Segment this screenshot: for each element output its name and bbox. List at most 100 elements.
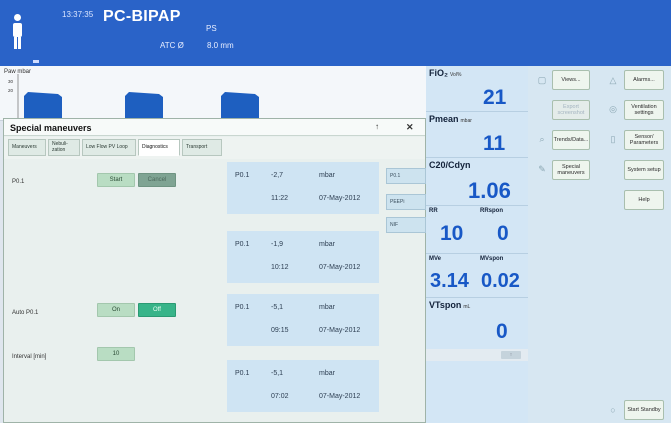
tab-maneuvers[interactable]: Maneuvers — [8, 139, 46, 156]
cancel-button[interactable]: Cancel — [138, 173, 176, 187]
c20-box: C20/Cdyn 1.06 — [426, 158, 528, 206]
result-date: 07-May-2012 — [319, 393, 361, 400]
result-date: 07-May-2012 — [319, 327, 361, 334]
fio2-label: FiO₂ — [429, 68, 448, 78]
rrspon-label: RRspon — [480, 208, 503, 214]
rr-row: RR 10 RRspon 0 — [426, 206, 528, 254]
paw-waveform: Paw mbar 30 20 — [0, 66, 426, 121]
vtspon-value: 0 — [496, 320, 508, 343]
result-name: P0.1 — [235, 241, 250, 248]
p01-label: P0.1 — [12, 179, 25, 185]
atc-label: ATC Ø — [160, 41, 184, 50]
pmean-label: Pmean — [429, 114, 459, 124]
mve-box: MVe 3.14 — [426, 254, 477, 297]
views-button[interactable]: Views... — [552, 70, 590, 90]
result-unit: mbar — [319, 370, 335, 377]
sub-nif-button[interactable]: NIF — [386, 217, 426, 233]
clock: 13:37:35 — [62, 10, 94, 19]
rrspon-box: RRspon 0 — [477, 206, 528, 253]
parameters-scroll[interactable]: ↑ — [426, 349, 528, 361]
y-tick-30: 30 — [8, 79, 14, 84]
result-card: P0.1 -5,1 mbar 09:15 07-May-2012 — [227, 294, 379, 346]
result-time: 09:15 — [271, 327, 289, 334]
sensor-parameters-button[interactable]: Sensor/ Parameters — [624, 130, 664, 150]
result-unit: mbar — [319, 172, 335, 179]
result-name: P0.1 — [235, 304, 250, 311]
alarms-icon: △ — [609, 75, 617, 85]
export-screenshot-button[interactable]: Export screenshot — [552, 100, 590, 120]
result-date: 07-May-2012 — [319, 264, 361, 271]
vent-settings-icon: ◎ — [609, 104, 617, 114]
parameters-panel: FiO₂ Vol% 21 Pmean mbar 11 C20/Cdyn 1.06 R… — [426, 66, 528, 423]
result-name: P0.1 — [235, 370, 250, 377]
sub-p01-button[interactable]: P0.1 — [386, 168, 426, 184]
alarms-button[interactable]: Alarms... — [624, 70, 664, 90]
vtspon-box: VTspon mL 0 — [426, 298, 528, 349]
system-setup-button[interactable]: System setup — [624, 160, 664, 180]
trends-data-button[interactable]: Trends/Data... — [552, 130, 590, 150]
dialog-title: Special maneuvers — [10, 123, 92, 133]
tab-nebulization[interactable]: Nebuli-zation — [48, 139, 80, 156]
interval-value-button[interactable]: 10 — [97, 347, 135, 361]
interval-label: Interval [min] — [12, 354, 47, 360]
dialog-tabs: Maneuvers Nebuli-zation Low Flow PV Loop… — [4, 137, 425, 159]
ventilation-mode[interactable]: PC-BIPAP — [103, 8, 181, 26]
result-value: -1,9 — [271, 241, 284, 248]
patient-icon[interactable] — [10, 14, 24, 50]
auto-p01-label: Auto P0.1 — [12, 310, 39, 316]
result-card: P0.1 -2,7 mbar 11:22 07-May-2012 — [227, 162, 379, 214]
result-time: 07:02 — [271, 393, 289, 400]
result-value: -2,7 — [271, 172, 284, 179]
rrspon-value: 0 — [497, 222, 509, 245]
auto-off-button[interactable]: Off — [138, 303, 176, 317]
pin-icon[interactable]: ↑ — [375, 122, 379, 131]
result-value: -5,1 — [271, 304, 284, 311]
result-time: 10:12 — [271, 264, 289, 271]
result-card: P0.1 -5,1 mbar 07:02 07-May-2012 — [227, 360, 379, 412]
trends-icon: ⌕ — [539, 134, 545, 144]
sub-peepi-button[interactable]: PEEPi — [386, 194, 426, 210]
result-date: 07-May-2012 — [319, 195, 361, 202]
tube-size: 8.0 mm — [207, 41, 234, 50]
help-button[interactable]: Help — [624, 190, 664, 210]
pmean-unit: mbar — [460, 118, 472, 124]
start-standby-button[interactable]: Start Standby — [624, 400, 664, 420]
pmean-box: Pmean mbar 11 — [426, 112, 528, 158]
result-card: P0.1 -1,9 mbar 10:12 07-May-2012 — [227, 231, 379, 283]
fio2-value: 21 — [483, 86, 507, 109]
mvspon-box: MVspon 0.02 — [477, 254, 528, 297]
start-button[interactable]: Start — [97, 173, 135, 187]
waveform-graph: 30 20 — [8, 74, 259, 118]
tab-diagnostics[interactable]: Diagnostics — [138, 139, 180, 156]
p01-results-list: P0.1 -2,7 mbar 11:22 07-May-2012 P0.1 -1… — [227, 162, 379, 423]
fio2-unit: Vol% — [450, 72, 462, 78]
tab-low-flow-pv-loop[interactable]: Low Flow PV Loop — [82, 139, 136, 156]
c20-label: C20/Cdyn — [429, 160, 471, 170]
result-name: P0.1 — [235, 172, 250, 179]
mve-value: 3.14 — [430, 270, 469, 292]
mvspon-value: 0.02 — [481, 270, 520, 292]
result-unit: mbar — [319, 304, 335, 311]
result-unit: mbar — [319, 241, 335, 248]
scroll-knob[interactable]: ↑ — [501, 351, 521, 359]
views-icon: ▢ — [537, 75, 547, 85]
mve-label: MVe — [429, 256, 442, 262]
tab-transport[interactable]: Transport — [182, 139, 222, 156]
vtspon-unit: mL — [463, 304, 471, 310]
header-bar: 13:37:35 PC-BIPAP PS ATC Ø 8.0 mm — [0, 0, 671, 66]
ventilation-settings-button[interactable]: Ventilation settings — [624, 100, 664, 120]
y-tick-20: 20 — [8, 88, 14, 93]
rr-value: 10 — [440, 222, 464, 245]
right-menu: ▢ Views... △ Alarms... Export screenshot… — [528, 66, 671, 423]
sub-mode: PS — [206, 24, 217, 33]
mvspon-label: MVspon — [480, 256, 504, 262]
result-value: -5,1 — [271, 370, 284, 377]
auto-on-button[interactable]: On — [97, 303, 135, 317]
standby-icon: ○ — [610, 405, 616, 415]
special-maneuvers-button[interactable]: Special maneuvers — [552, 160, 590, 180]
pmean-value: 11 — [483, 132, 506, 155]
close-icon[interactable]: ✕ — [406, 122, 414, 133]
fio2-box: FiO₂ Vol% 21 — [426, 66, 528, 112]
c20-value: 1.06 — [468, 178, 511, 203]
battery-indicator — [33, 60, 39, 63]
